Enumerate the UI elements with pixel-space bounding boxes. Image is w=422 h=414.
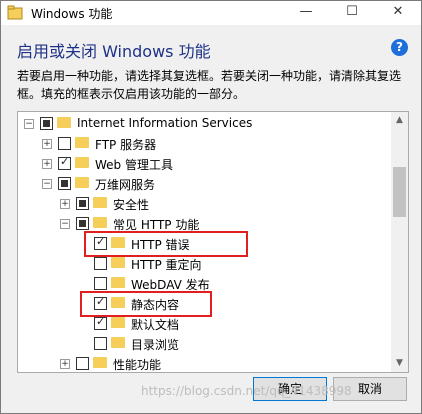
expand-icon[interactable]: + bbox=[42, 139, 52, 149]
feature-checkbox[interactable] bbox=[76, 217, 89, 230]
scroll-down-icon[interactable]: ▼ bbox=[391, 355, 408, 372]
highlight-box bbox=[84, 231, 248, 257]
tree-item-label: HTTP 重定向 bbox=[131, 258, 202, 272]
feature-checkbox[interactable] bbox=[94, 337, 107, 350]
folder-icon bbox=[57, 117, 71, 128]
feature-checkbox[interactable] bbox=[94, 315, 107, 330]
maximize-button[interactable]: ☐ bbox=[329, 1, 375, 25]
folder-icon bbox=[93, 357, 107, 368]
tree-item-label: 目录浏览 bbox=[131, 338, 180, 352]
expand-icon[interactable]: + bbox=[42, 159, 52, 169]
collapse-icon[interactable]: − bbox=[60, 219, 70, 229]
window-title: Windows 功能 bbox=[31, 7, 113, 21]
scroll-up-icon[interactable]: ▲ bbox=[391, 112, 408, 129]
feature-checkbox[interactable] bbox=[76, 357, 89, 370]
app-icon bbox=[7, 5, 23, 21]
feature-tree[interactable]: − Internet Information Services + FTP 服务器 + W… bbox=[17, 111, 409, 373]
feature-checkbox[interactable] bbox=[58, 177, 71, 190]
feature-checkbox[interactable] bbox=[58, 137, 71, 150]
expand-icon[interactable]: + bbox=[60, 359, 70, 369]
tree-item[interactable]: 目录浏览 bbox=[18, 334, 388, 354]
tree-item-label: FTP 服务器 bbox=[95, 138, 157, 152]
tree-item[interactable]: + 性能功能 bbox=[18, 354, 388, 372]
tree-item-label: 万维网服务 bbox=[95, 178, 156, 192]
scroll-thumb[interactable] bbox=[393, 167, 406, 217]
highlight-box bbox=[80, 291, 212, 317]
feature-checkbox[interactable] bbox=[94, 277, 107, 290]
tree-item[interactable]: + FTP 服务器 bbox=[18, 134, 388, 154]
description-line-2: 框。填充的框表示仅启用该功能的一部分。 bbox=[17, 87, 246, 101]
windows-features-dialog: Windows 功能 — ☐ ✕ 启用或关闭 Windows 功能 ? 若要启用… bbox=[0, 0, 422, 414]
close-button[interactable]: ✕ bbox=[375, 1, 421, 25]
tree-item[interactable]: 默认文档 bbox=[18, 314, 388, 334]
title-bar[interactable]: Windows 功能 — ☐ ✕ bbox=[1, 1, 421, 25]
minimize-button[interactable]: — bbox=[283, 1, 329, 25]
feature-checkbox[interactable] bbox=[58, 155, 71, 170]
dialog-heading: 启用或关闭 Windows 功能 bbox=[17, 42, 211, 61]
tree-item[interactable]: HTTP 重定向 bbox=[18, 254, 388, 274]
tree-item-label: 安全性 bbox=[113, 198, 150, 212]
collapse-icon[interactable]: − bbox=[24, 119, 34, 129]
folder-icon bbox=[93, 217, 107, 228]
folder-icon bbox=[111, 337, 125, 348]
help-icon[interactable]: ? bbox=[391, 39, 408, 56]
folder-icon bbox=[111, 257, 125, 268]
tree-item[interactable]: + 安全性 bbox=[18, 194, 388, 214]
tree-item-label: 默认文档 bbox=[131, 318, 180, 332]
description-text: 若要启用一种功能，请选择其复选框。若要关闭一种功能，请清除其复选 框。填充的框表… bbox=[17, 67, 413, 103]
feature-checkbox[interactable] bbox=[94, 257, 107, 270]
folder-icon bbox=[111, 277, 125, 288]
folder-icon bbox=[75, 177, 89, 188]
tree-scrollbar[interactable]: ▲ ▼ bbox=[391, 112, 408, 372]
watermark-text: https://blog.csdn.net/qq_41438998 bbox=[141, 384, 352, 398]
feature-checkbox[interactable] bbox=[76, 197, 89, 210]
description-line-1: 若要启用一种功能，请选择其复选框。若要关闭一种功能，请清除其复选 bbox=[17, 69, 402, 83]
expand-icon[interactable]: + bbox=[60, 199, 70, 209]
feature-checkbox[interactable] bbox=[40, 117, 53, 130]
tree-item[interactable]: − Internet Information Services bbox=[18, 114, 388, 134]
folder-icon bbox=[93, 197, 107, 208]
collapse-icon[interactable]: − bbox=[42, 179, 52, 189]
tree-item[interactable]: + Web 管理工具 bbox=[18, 154, 388, 174]
tree-item[interactable]: − 万维网服务 bbox=[18, 174, 388, 194]
folder-icon bbox=[75, 137, 89, 148]
tree-item-label: Web 管理工具 bbox=[95, 158, 173, 172]
folder-icon bbox=[111, 317, 125, 328]
tree-item-label: 性能功能 bbox=[113, 358, 162, 372]
tree-item-label: Internet Information Services bbox=[77, 116, 253, 130]
folder-icon bbox=[75, 157, 89, 168]
